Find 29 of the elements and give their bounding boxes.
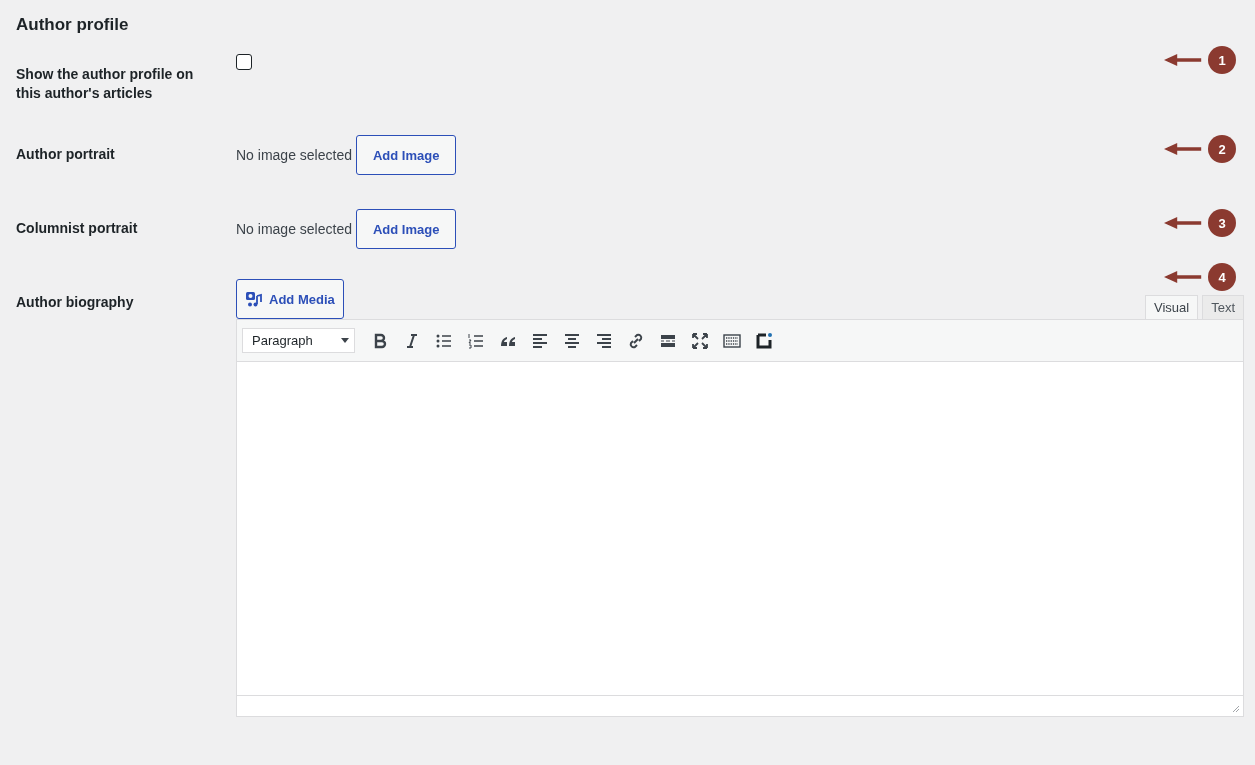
add-media-button[interactable]: Add Media bbox=[236, 279, 344, 319]
callout-number: 4 bbox=[1208, 263, 1236, 291]
square-logo-icon[interactable] bbox=[755, 331, 773, 350]
resize-handle-icon[interactable] bbox=[1232, 705, 1240, 713]
image-status-text: No image selected bbox=[236, 147, 352, 163]
field-label: Author portrait bbox=[16, 145, 116, 164]
add-image-button[interactable]: Add Image bbox=[355, 135, 457, 175]
caret-icon bbox=[341, 338, 349, 343]
field-label: Show the author profile on this author's articles bbox=[16, 65, 195, 103]
callout-number: 3 bbox=[1208, 209, 1236, 237]
image-status-text: No image selected bbox=[236, 221, 352, 237]
align-center-icon[interactable] bbox=[563, 331, 581, 350]
media-icon bbox=[245, 290, 263, 308]
callout-number: 1 bbox=[1208, 46, 1236, 74]
editor-tab[interactable]: Text bbox=[1202, 295, 1244, 320]
field-label: Columnist portrait bbox=[16, 219, 139, 238]
callout-number: 2 bbox=[1208, 135, 1236, 163]
fullscreen-icon[interactable] bbox=[691, 331, 709, 350]
keyboard-icon[interactable] bbox=[723, 331, 741, 350]
add-image-button[interactable]: Add Image bbox=[355, 209, 457, 249]
field-label: Author biography bbox=[16, 293, 135, 312]
link-icon[interactable] bbox=[627, 331, 645, 350]
numbered-list-icon[interactable] bbox=[467, 331, 485, 350]
align-left-icon[interactable] bbox=[531, 331, 549, 350]
format-dropdown[interactable]: Paragraph bbox=[242, 328, 355, 353]
checkbox[interactable] bbox=[236, 54, 252, 70]
section-heading: Author profile bbox=[16, 15, 130, 35]
align-right-icon[interactable] bbox=[595, 331, 613, 350]
editor-tab[interactable]: Visual bbox=[1144, 295, 1199, 320]
